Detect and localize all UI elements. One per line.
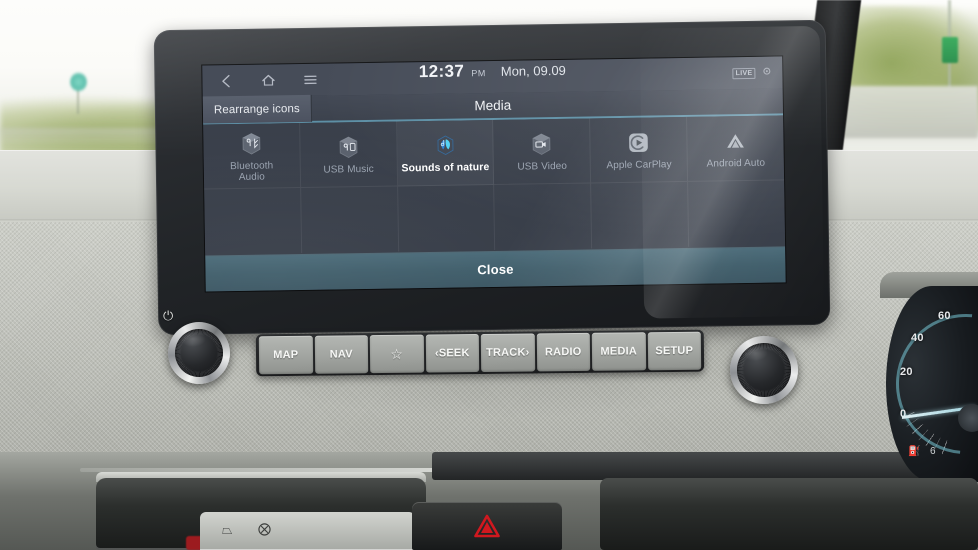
- speedometer-tick-20: 20: [900, 366, 913, 378]
- home-icon[interactable]: [260, 72, 276, 88]
- air-vent-right: [600, 478, 978, 550]
- seek-back-button[interactable]: ‹SEEK: [425, 334, 480, 373]
- media-tile-label: Android Auto: [706, 157, 766, 170]
- rear-defrost-icon[interactable]: ⏢: [222, 522, 232, 538]
- rearrange-icons-button[interactable]: Rearrange icons: [202, 94, 312, 124]
- knob-highlight: [180, 331, 206, 347]
- date-label: Mon, 09.09: [500, 62, 566, 79]
- grid-row-1: Bluetooth Audio USB Music Sounds of natu…: [203, 115, 785, 190]
- hazard-lights-button[interactable]: [412, 502, 562, 550]
- media-tile-apple-carplay[interactable]: Apple CarPlay: [590, 116, 689, 184]
- setup-button[interactable]: SETUP: [647, 331, 702, 371]
- hardware-button-strip: MAP NAV ☆ ‹SEEK TRACK› RADIO MEDIA SETUP: [255, 329, 705, 377]
- media-source-grid: Bluetooth Audio USB Music Sounds of natu…: [203, 115, 786, 256]
- media-tile-usb-music[interactable]: USB Music: [299, 121, 398, 189]
- parked-car-outside: [838, 86, 978, 138]
- back-arrow-icon[interactable]: [218, 73, 234, 89]
- favorite-star-button[interactable]: ☆: [369, 334, 424, 374]
- media-tile-android-auto[interactable]: Android Auto: [687, 115, 785, 182]
- media-button[interactable]: MEDIA: [591, 332, 646, 371]
- climate-control-pad[interactable]: ⏢ ⨂: [200, 512, 415, 550]
- media-tile-label: USB Video: [517, 160, 568, 173]
- media-tile-usb-video[interactable]: USB Video: [493, 118, 592, 185]
- usb-video-cube-icon: [528, 130, 556, 158]
- grid-row-2-empty: [204, 180, 785, 255]
- car-interior-scene: 0 20 40 60 ⛽ 6 12:37 PM Mon, 09.09 LIVE …: [0, 0, 978, 550]
- media-tile-label: Sounds of nature: [401, 161, 490, 175]
- media-tile-label: Bluetooth Audio: [230, 159, 274, 183]
- media-tile-sounds-of-nature[interactable]: Sounds of nature: [396, 119, 495, 187]
- speedometer-hub: [958, 404, 978, 432]
- center-console-panel: [432, 452, 952, 480]
- radio-button[interactable]: RADIO: [536, 332, 591, 372]
- seat-heater-icon[interactable]: ⨂: [258, 521, 271, 537]
- road-sign-left: [70, 72, 87, 92]
- infotainment-screen[interactable]: 12:37 PM Mon, 09.09 LIVE Rearrange icons…: [202, 56, 786, 292]
- apple-carplay-icon: [624, 128, 652, 156]
- clock-ampm: PM: [471, 68, 486, 79]
- media-tile-empty[interactable]: [397, 184, 496, 252]
- speedometer-tick-60: 60: [938, 310, 951, 322]
- usb-music-cube-icon: [334, 133, 362, 161]
- media-tile-label: USB Music: [323, 163, 374, 176]
- media-tile-bluetooth-audio[interactable]: Bluetooth Audio: [203, 123, 301, 190]
- track-forward-button[interactable]: TRACK›: [480, 333, 535, 372]
- traffic-light-green: [942, 37, 958, 63]
- nav-button[interactable]: NAV: [314, 335, 369, 374]
- media-tile-label: Apple CarPlay: [606, 159, 672, 172]
- tune-knob[interactable]: [730, 336, 798, 404]
- sounds-of-nature-leaf-icon: [431, 132, 459, 160]
- media-tile-empty[interactable]: [300, 186, 399, 253]
- knob-highlight: [742, 345, 768, 361]
- media-tile-empty[interactable]: [688, 180, 785, 246]
- media-tile-empty[interactable]: [591, 181, 690, 249]
- fuel-pump-icon: ⛽: [908, 446, 921, 457]
- android-auto-icon: [721, 127, 749, 155]
- media-tile-empty[interactable]: [204, 188, 302, 255]
- hamburger-menu-icon[interactable]: [302, 72, 318, 88]
- head-unit: 12:37 PM Mon, 09.09 LIVE Rearrange icons…: [153, 19, 831, 336]
- power-volume-knob[interactable]: [168, 322, 230, 384]
- instrument-cluster: 0 20 40 60 ⛽ 6: [886, 286, 978, 482]
- map-button[interactable]: MAP: [258, 335, 313, 375]
- close-button-label: Close: [477, 261, 514, 278]
- bluetooth-audio-cube-icon: [237, 129, 265, 157]
- clock-time: 12:37: [418, 61, 465, 82]
- hazard-triangle-icon: [474, 514, 500, 538]
- gear-icon[interactable]: [761, 64, 772, 82]
- fuel-level-value: 6: [930, 446, 936, 457]
- media-tile-empty[interactable]: [494, 183, 593, 250]
- speedometer-tick-40: 40: [911, 332, 924, 344]
- live-badge: LIVE: [732, 67, 756, 79]
